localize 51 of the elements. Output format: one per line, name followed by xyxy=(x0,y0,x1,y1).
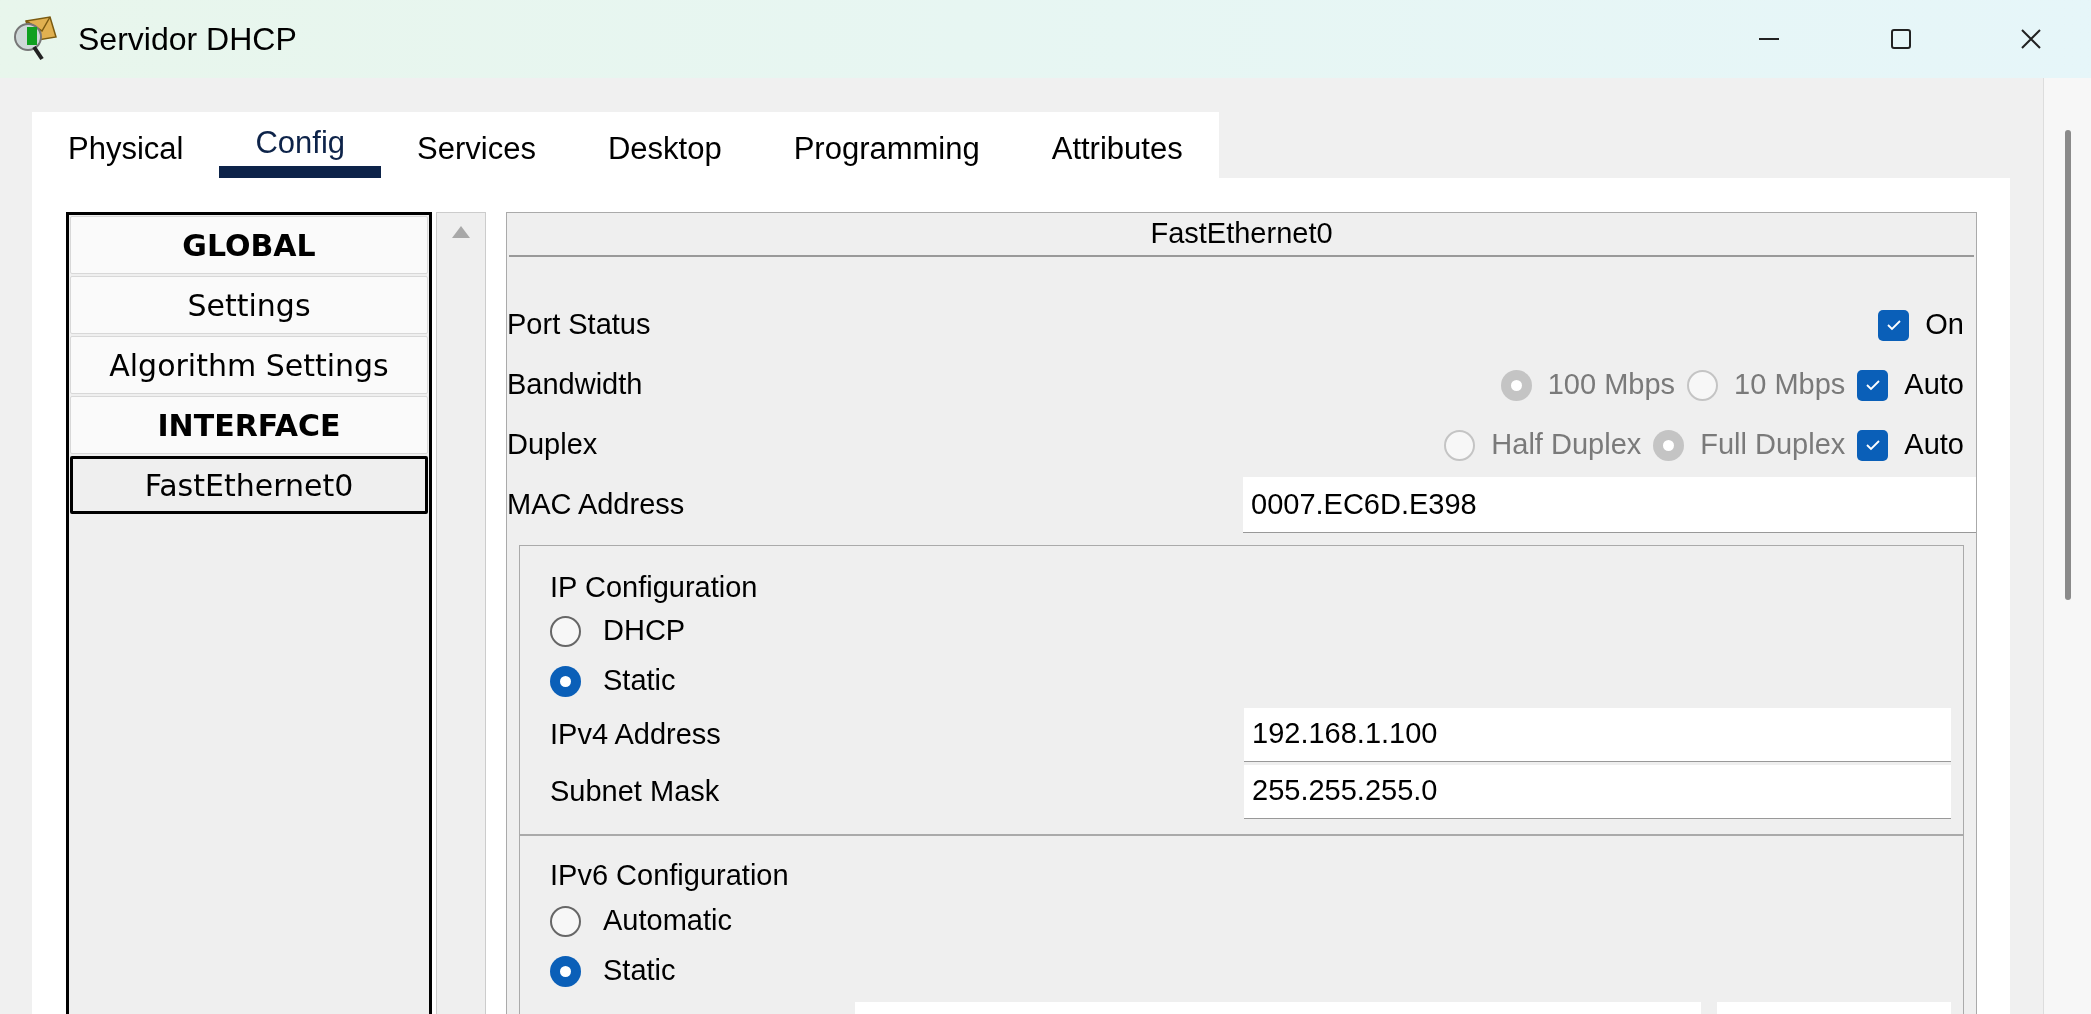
check-icon xyxy=(1885,319,1902,331)
radio-label: Static xyxy=(603,953,676,989)
field-label: MAC Address xyxy=(507,487,686,523)
checkbox[interactable] xyxy=(1857,369,1889,401)
section-header[interactable]: GLOBAL xyxy=(70,216,428,274)
radio-button[interactable] xyxy=(1500,369,1532,401)
radio-label: 100 Mbps xyxy=(1547,367,1676,403)
field-label: Bandwidth xyxy=(507,367,644,403)
panel-header: FastEthernet0 xyxy=(509,213,1974,257)
section-header[interactable]: INTERFACE xyxy=(70,396,428,454)
radio-button[interactable] xyxy=(1653,429,1685,461)
radio-label: Automatic xyxy=(603,903,732,939)
radio-button[interactable] xyxy=(1687,369,1719,401)
radio-button[interactable] xyxy=(550,905,581,937)
window-title: Servidor DHCP xyxy=(78,20,297,59)
checkbox[interactable] xyxy=(1878,309,1910,341)
field-label: Subnet Mask xyxy=(550,773,721,809)
radio-label: DHCP xyxy=(603,613,686,649)
tab[interactable]: Attributes xyxy=(1015,112,1219,178)
scrollbar-thumb[interactable] xyxy=(2064,130,2071,600)
check-icon xyxy=(1864,379,1881,391)
checkbox-label: On xyxy=(1925,307,1964,343)
radio-button[interactable] xyxy=(550,955,581,987)
sidebar-item[interactable]: FastEthernet0 xyxy=(70,456,428,514)
sidebar-item[interactable]: Settings xyxy=(70,276,428,334)
mac-address-field[interactable]: 0007.EC6D.E398 xyxy=(1243,477,1976,533)
checkbox-label: Auto xyxy=(1904,367,1964,403)
checkbox-label: Auto xyxy=(1904,427,1964,463)
text-field[interactable]: 192.168.1.100 xyxy=(1244,707,1951,762)
field-label: Port Status xyxy=(507,307,652,343)
check-icon xyxy=(1864,439,1881,451)
tab[interactable]: Physical xyxy=(32,112,220,178)
group-title: IPv6 Configuration xyxy=(550,858,790,893)
tab[interactable]: Desktop xyxy=(571,112,758,178)
maximize-icon[interactable] xyxy=(1891,29,1911,49)
close-icon[interactable] xyxy=(2021,29,2041,49)
radio-label: Full Duplex xyxy=(1700,427,1846,463)
radio-button[interactable] xyxy=(550,665,581,697)
sidebar-item[interactable]: Algorithm Settings xyxy=(70,336,428,394)
tab[interactable]: Programming xyxy=(757,112,1016,178)
radio-label: 10 Mbps xyxy=(1734,367,1846,403)
radio-label: Static xyxy=(603,663,676,699)
checkbox[interactable] xyxy=(1857,429,1889,461)
tab[interactable]: Services xyxy=(381,112,572,178)
field-label: Duplex xyxy=(507,427,599,463)
radio-button[interactable] xyxy=(1444,429,1476,461)
group-title: IP Configuration xyxy=(550,570,759,605)
field-label: IPv4 Address xyxy=(550,716,722,752)
radio-button[interactable] xyxy=(550,615,581,647)
radio-label: Half Duplex xyxy=(1491,427,1642,463)
text-field[interactable]: 255.255.255.0 xyxy=(1244,764,1951,819)
